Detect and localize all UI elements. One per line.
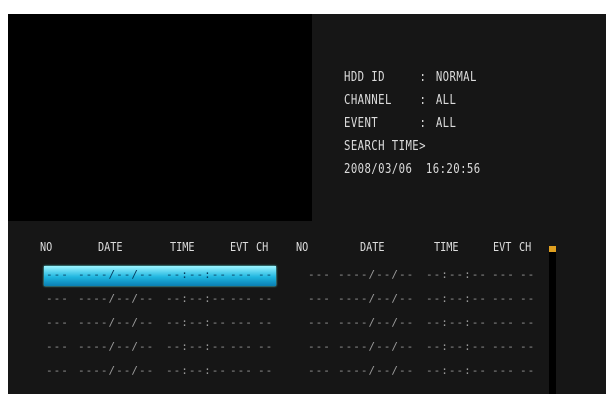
header-evt-right: EVT <box>493 240 512 254</box>
scroll-thumb[interactable] <box>549 246 556 252</box>
dvr-screen: HDD ID: NORMAL CHANNEL: ALL EVENT: ALL SEAR… <box>8 14 606 394</box>
cell-ch: -- <box>520 268 536 281</box>
cell-date: ----/--/-- <box>338 364 415 377</box>
event-value[interactable]: ALL <box>436 116 456 131</box>
cell-no: --- <box>308 364 331 377</box>
hdd-id-row: HDD ID: NORMAL <box>344 66 481 89</box>
cell-time: --:--:-- <box>426 364 487 377</box>
header-time: TIME <box>170 240 195 254</box>
event-row-right[interactable]: --- ----/--/-- --:--:-- --- -- <box>8 292 568 310</box>
cell-date: ----/--/-- <box>338 316 415 329</box>
cell-time: --:--:-- <box>426 316 487 329</box>
header-evt: EVT <box>230 240 249 254</box>
cell-date: ----/--/-- <box>338 292 415 305</box>
search-time-value[interactable]: 2008/03/06 16:20:56 <box>344 158 481 181</box>
cell-time: --:--:-- <box>426 340 487 353</box>
event-row-right[interactable]: --- ----/--/-- --:--:-- --- -- <box>8 364 568 382</box>
cell-evt: --- <box>492 292 515 305</box>
cell-no: --- <box>308 268 331 281</box>
channel-value[interactable]: ALL <box>436 93 456 108</box>
event-row-right[interactable]: --- ----/--/-- --:--:-- --- -- <box>8 268 568 286</box>
header-date: DATE <box>98 240 123 254</box>
cell-evt: --- <box>492 364 515 377</box>
header-time-right: TIME <box>434 240 459 254</box>
header-no: NO <box>40 240 53 254</box>
separator: : <box>419 70 427 85</box>
video-preview <box>8 14 312 221</box>
hdd-id-value[interactable]: NORMAL <box>436 70 477 85</box>
cell-ch: -- <box>520 292 536 305</box>
cell-evt: --- <box>492 340 515 353</box>
event-row-right[interactable]: --- ----/--/-- --:--:-- --- -- <box>8 316 568 334</box>
cell-no: --- <box>308 292 331 305</box>
cell-ch: -- <box>520 316 536 329</box>
hdd-id-label: HDD ID <box>344 70 385 85</box>
channel-row: CHANNEL: ALL <box>344 89 481 112</box>
cell-date: ----/--/-- <box>338 268 415 281</box>
header-no-right: NO <box>296 240 309 254</box>
list-scrollbar[interactable] <box>549 246 556 394</box>
cell-evt: --- <box>492 268 515 281</box>
search-info-panel: HDD ID: NORMAL CHANNEL: ALL EVENT: ALL SEAR… <box>344 66 481 181</box>
search-time-label: SEARCH TIME> <box>344 139 426 154</box>
event-label: EVENT <box>344 116 379 131</box>
event-row: EVENT: ALL <box>344 112 481 135</box>
separator: : <box>419 116 427 131</box>
cell-no: --- <box>308 316 331 329</box>
cell-date: ----/--/-- <box>338 340 415 353</box>
cell-time: --:--:-- <box>426 292 487 305</box>
cell-ch: -- <box>520 364 536 377</box>
separator: : <box>419 93 427 108</box>
header-ch: CH <box>256 240 269 254</box>
channel-label: CHANNEL <box>344 93 392 108</box>
header-ch-right: CH <box>519 240 532 254</box>
cell-no: --- <box>308 340 331 353</box>
event-row-right[interactable]: --- ----/--/-- --:--:-- --- -- <box>8 340 568 358</box>
cell-evt: --- <box>492 316 515 329</box>
cell-time: --:--:-- <box>426 268 487 281</box>
cell-ch: -- <box>520 340 536 353</box>
header-date-right: DATE <box>360 240 385 254</box>
